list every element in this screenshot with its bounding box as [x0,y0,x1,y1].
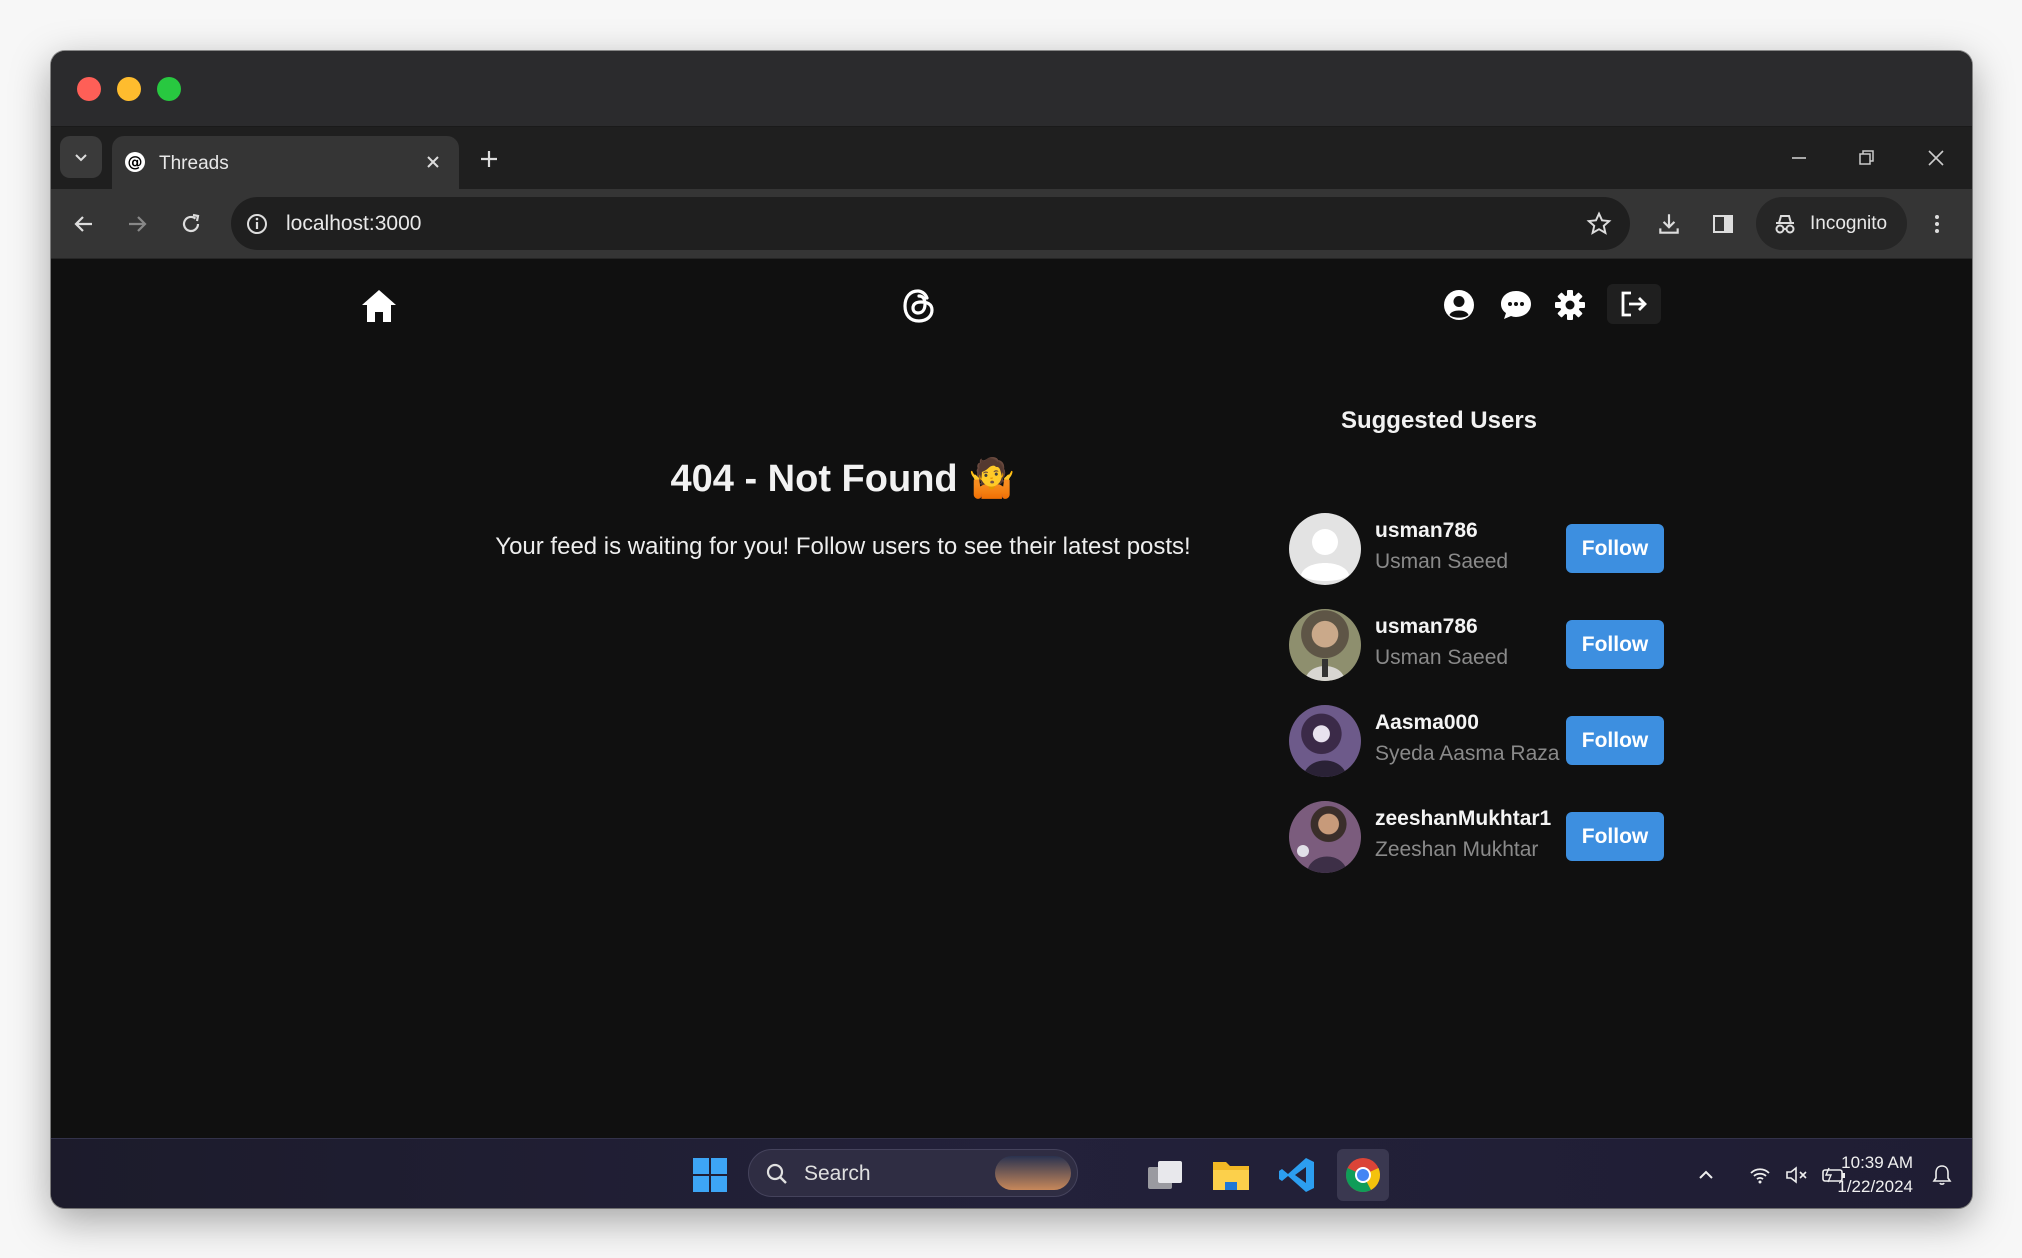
forward-icon[interactable] [119,206,155,242]
close-icon[interactable] [1916,143,1956,173]
feed-empty-message: Your feed is waiting for you! Follow use… [495,533,1191,560]
logout-icon [1621,291,1647,317]
chrome-icon[interactable] [1337,1149,1389,1201]
chat-icon[interactable] [1494,283,1538,327]
new-tab-button[interactable] [471,141,507,177]
incognito-icon [1775,215,1795,234]
username[interactable]: usman786 [1375,519,1478,543]
tab-strip: @ Threads [51,127,1972,189]
threads-logo-icon[interactable] [896,283,942,329]
full-name: Usman Saeed [1375,646,1509,669]
bookmark-star-icon[interactable] [1586,211,1612,237]
clock-time: 10:39 AM [1841,1153,1913,1172]
tab-close-icon[interactable] [419,148,447,176]
full-name: Syeda Aasma Raza [1375,742,1560,765]
side-panel-icon[interactable] [1705,206,1741,242]
incognito-badge[interactable]: Incognito [1756,197,1907,250]
zoom-window-button[interactable] [157,77,181,101]
search-icon [766,1163,787,1184]
suggested-user: usman786 Usman Saeed Follow [1289,609,1671,681]
minimize-window-button[interactable] [117,77,141,101]
username[interactable]: Aasma000 [1375,711,1479,735]
search-highlight-image [995,1156,1071,1190]
clock[interactable]: 10:39 AM 1/22/2024 [1813,1151,1913,1199]
chevron-up-icon[interactable] [1688,1149,1724,1201]
home-icon[interactable] [356,283,402,329]
vscode-icon[interactable] [1271,1149,1323,1201]
task-view-icon[interactable] [1139,1149,1191,1201]
avatar[interactable] [1289,609,1361,681]
site-info-icon[interactable] [245,212,269,236]
full-name: Usman Saeed [1375,550,1509,573]
url-text[interactable]: localhost:3000 [286,212,421,236]
browser-toolbar: localhost:3000 Incognito [51,189,1972,259]
windows-start-icon[interactable] [684,1149,736,1201]
volume-muted-icon[interactable] [1782,1149,1812,1201]
address-bar[interactable]: localhost:3000 [231,197,1630,250]
reload-icon[interactable] [173,206,209,242]
suggested-user: Aasma000 Syeda Aasma Raza Follow [1289,705,1671,777]
restore-icon[interactable] [1846,143,1886,173]
avatar[interactable] [1289,513,1361,585]
username[interactable]: usman786 [1375,615,1478,639]
taskbar-search[interactable]: Search [748,1149,1078,1197]
close-window-button[interactable] [77,77,101,101]
full-name: Zeeshan Mukhtar [1375,838,1539,861]
page-content: 404 - Not Found 🤷 Your feed is waiting f… [51,259,1972,1138]
suggested-user: zeeshanMukhtar1 Zeeshan Mukhtar Follow [1289,801,1671,873]
tab-search-button[interactable] [60,136,102,178]
notification-bell-icon[interactable] [1927,1149,1957,1201]
search-label: Search [804,1162,871,1185]
incognito-label: Incognito [1810,213,1888,234]
avatar[interactable] [1289,705,1361,777]
minimize-icon[interactable] [1779,143,1819,173]
follow-button[interactable]: Follow [1566,812,1664,861]
chevron-down-icon [75,154,87,162]
follow-button[interactable]: Follow [1566,716,1664,765]
user-profile-icon[interactable] [1437,283,1481,327]
download-icon[interactable] [1651,206,1687,242]
settings-icon[interactable] [1548,283,1592,327]
wifi-icon[interactable] [1745,1149,1775,1201]
avatar[interactable] [1289,801,1361,873]
follow-button[interactable]: Follow [1566,524,1664,573]
file-explorer-icon[interactable] [1205,1149,1257,1201]
browser-window: @ Threads localhost:3000 Incognito 404 -… [51,51,1972,1208]
threads-favicon-icon: @ [125,152,145,172]
tab-threads[interactable]: @ Threads [112,136,459,189]
suggested-user: usman786 Usman Saeed Follow [1289,513,1671,585]
follow-button[interactable]: Follow [1566,620,1664,669]
page-title: 404 - Not Found 🤷 [670,458,1016,500]
clock-date: 1/22/2024 [1837,1177,1913,1196]
tab-title: Threads [159,153,229,174]
more-menu-icon[interactable] [1919,206,1955,242]
svg-text:@: @ [128,153,143,171]
back-icon[interactable] [66,206,102,242]
title-bar [51,51,1972,127]
suggested-users-title: Suggested Users [1340,407,1538,434]
username[interactable]: zeeshanMukhtar1 [1375,807,1551,831]
logout-button[interactable] [1607,284,1661,324]
taskbar: Search 10:39 AM 1/22/2024 [51,1138,1972,1208]
